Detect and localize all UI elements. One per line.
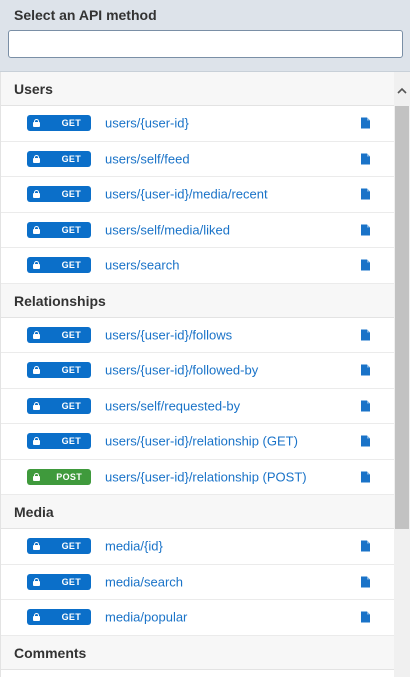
api-method-row[interactable]: GET users/{user-id}: [1, 106, 394, 142]
endpoint-link[interactable]: users/self/feed: [105, 151, 190, 166]
http-method-badge: GET: [27, 538, 91, 555]
api-method-row[interactable]: GET users/self/media/liked: [1, 212, 394, 248]
http-method-badge: GET: [27, 257, 91, 274]
scrollbar[interactable]: [394, 72, 410, 677]
endpoint-link[interactable]: users/{user-id}/relationship (POST): [105, 469, 307, 484]
document-icon[interactable]: [361, 540, 370, 552]
http-method-label: GET: [61, 189, 81, 200]
api-method-search-input[interactable]: [8, 30, 403, 58]
api-method-row[interactable]: GET users/{user-id}/relationship (GET): [1, 424, 394, 460]
document-icon[interactable]: [361, 435, 370, 447]
document-icon[interactable]: [361, 188, 370, 200]
api-method-row[interactable]: GET users/{user-id}/followed-by: [1, 353, 394, 389]
http-method-label: GET: [61, 612, 81, 623]
endpoint-link[interactable]: users/search: [105, 258, 179, 273]
method-selector-header: Select an API method: [0, 0, 410, 72]
api-method-row[interactable]: GET media/popular: [1, 600, 394, 636]
http-method-badge: GET: [27, 221, 91, 238]
document-icon[interactable]: [361, 400, 370, 412]
scroll-up-button[interactable]: [394, 82, 410, 98]
panel-title: Select an API method: [14, 7, 157, 23]
http-method-badge: GET: [27, 326, 91, 343]
endpoint-link[interactable]: media/search: [105, 574, 183, 589]
section-header: Media: [1, 495, 394, 529]
http-method-label: POST: [56, 471, 82, 482]
endpoint-link[interactable]: media/popular: [105, 610, 187, 625]
api-method-list: Users GET users/{user-id} GET users/self/fee…: [0, 72, 394, 677]
http-method-badge: GET: [27, 362, 91, 379]
endpoint-link[interactable]: users/{user-id}/followed-by: [105, 363, 258, 378]
http-method-badge: GET: [27, 609, 91, 626]
api-method-row[interactable]: GET users/{user-id}/media/recent: [1, 177, 394, 213]
document-icon[interactable]: [361, 576, 370, 588]
endpoint-link[interactable]: users/{user-id}/follows: [105, 327, 232, 342]
api-method-row[interactable]: GET media/search: [1, 564, 394, 600]
chevron-up-icon: [397, 87, 407, 94]
endpoint-link[interactable]: users/self/media/liked: [105, 222, 230, 237]
api-method-row[interactable]: GET users/self/requested-by: [1, 388, 394, 424]
document-icon[interactable]: [361, 117, 370, 129]
http-method-badge: GET: [27, 397, 91, 414]
document-icon[interactable]: [361, 611, 370, 623]
http-method-badge: POST: [27, 468, 91, 485]
document-icon[interactable]: [361, 153, 370, 165]
http-method-label: GET: [61, 541, 81, 552]
api-method-row[interactable]: POST users/{user-id}/relationship (POST): [1, 459, 394, 495]
http-method-badge: GET: [27, 433, 91, 450]
api-method-row[interactable]: GET media/{id}: [1, 529, 394, 565]
http-method-label: GET: [61, 436, 81, 447]
document-icon[interactable]: [361, 471, 370, 483]
http-method-label: GET: [61, 224, 81, 235]
http-method-label: GET: [61, 329, 81, 340]
http-method-label: GET: [61, 260, 81, 271]
document-icon[interactable]: [361, 329, 370, 341]
api-method-row[interactable]: GET users/search: [1, 248, 394, 284]
section-header: Users: [1, 72, 394, 106]
http-method-label: GET: [61, 153, 81, 164]
document-icon[interactable]: [361, 364, 370, 376]
http-method-badge: GET: [27, 150, 91, 167]
section-header: Comments: [1, 635, 394, 670]
http-method-label: GET: [61, 118, 81, 129]
endpoint-link[interactable]: users/{user-id}: [105, 116, 189, 131]
http-method-badge: GET: [27, 115, 91, 132]
api-method-row[interactable]: GET users/self/feed: [1, 141, 394, 177]
scroll-thumb[interactable]: [395, 106, 409, 529]
http-method-badge: GET: [27, 573, 91, 590]
document-icon[interactable]: [361, 259, 370, 271]
endpoint-link[interactable]: users/{user-id}/relationship (GET): [105, 434, 298, 449]
http-method-badge: GET: [27, 186, 91, 203]
http-method-label: GET: [61, 365, 81, 376]
document-icon[interactable]: [361, 224, 370, 236]
endpoint-link[interactable]: users/{user-id}/media/recent: [105, 187, 268, 202]
endpoint-link[interactable]: media/{id}: [105, 539, 163, 554]
http-method-label: GET: [61, 400, 81, 411]
endpoint-link[interactable]: users/self/requested-by: [105, 398, 240, 413]
http-method-label: GET: [61, 576, 81, 587]
section-header: Relationships: [1, 283, 394, 318]
api-method-row[interactable]: GET users/{user-id}/follows: [1, 317, 394, 353]
